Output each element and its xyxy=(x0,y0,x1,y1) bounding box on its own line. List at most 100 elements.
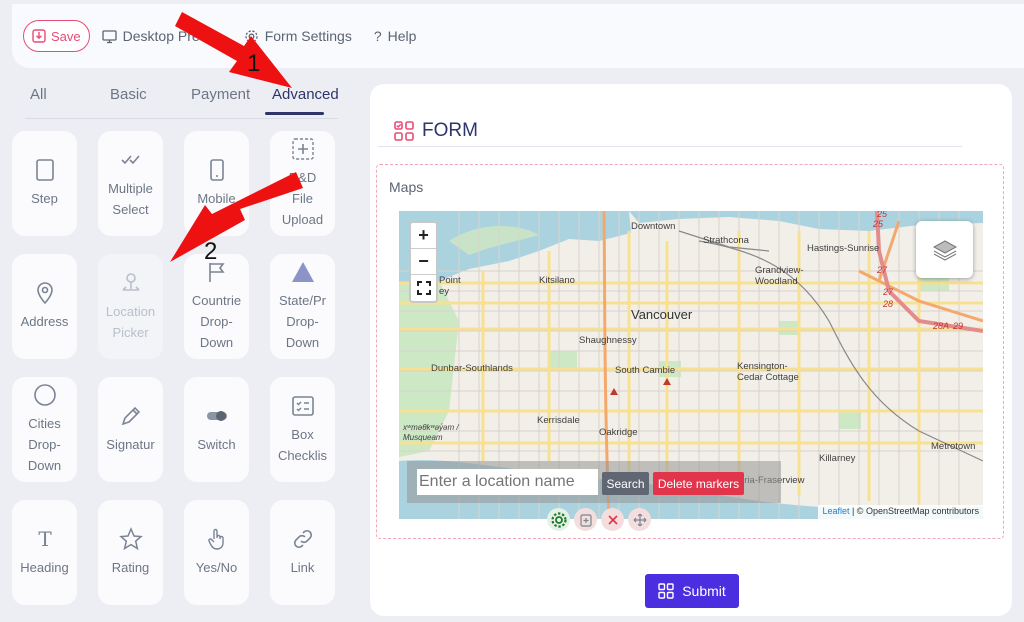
delete-markers-button[interactable]: Delete markers xyxy=(653,472,744,495)
tab-advanced[interactable]: Advanced xyxy=(272,86,339,103)
field-label: Multiple Select xyxy=(108,180,153,217)
field-multiple-select[interactable]: Multiple Select xyxy=(98,131,163,236)
form-canvas: FORM Maps Downtown Strathcona Hastings-S… xyxy=(370,84,1012,616)
fullscreen-icon xyxy=(416,281,431,295)
form-title-text: FORM xyxy=(422,120,478,141)
layers-icon xyxy=(932,239,957,261)
map-label-killarney: Killarney xyxy=(819,453,856,464)
move-tool-button[interactable] xyxy=(628,508,651,531)
highway-label: 27 xyxy=(883,287,894,297)
field-label: Cities Drop- Down xyxy=(27,416,62,473)
field-box-checklist[interactable]: Box Checklis xyxy=(270,377,335,482)
maps-field[interactable]: Maps Downtown Strathcona Hastings-Sunris… xyxy=(376,164,1004,539)
form-grid-icon xyxy=(394,121,414,141)
field-label: Step xyxy=(31,191,58,206)
field-tools xyxy=(547,508,651,531)
multiple-select-icon xyxy=(120,154,140,164)
map-label-south-cambie: South Cambie xyxy=(615,365,676,376)
save-button[interactable]: Save xyxy=(23,20,90,52)
search-button[interactable]: Search xyxy=(602,472,649,495)
map-label-dunbar-southlands: Dunbar-Southlands xyxy=(431,363,513,374)
form-grid-icon xyxy=(658,583,674,599)
submit-label: Submit xyxy=(682,583,726,599)
fullscreen-button[interactable] xyxy=(411,275,436,301)
form-title-divider xyxy=(378,146,962,147)
tabs-divider xyxy=(25,118,338,119)
map-label-kitsilano: Kitsilano xyxy=(539,275,575,286)
field-countries-dropdown[interactable]: Countrie Drop- Down xyxy=(184,254,249,359)
save-icon xyxy=(32,29,46,43)
heading-icon: T xyxy=(38,527,52,551)
submit-button[interactable]: Submit xyxy=(645,574,739,608)
field-address[interactable]: Address xyxy=(12,254,77,359)
tab-all[interactable]: All xyxy=(30,86,47,103)
field-switch[interactable]: Switch xyxy=(184,377,249,482)
toggle-icon xyxy=(206,411,227,421)
highway-label: 25 xyxy=(877,211,888,219)
delete-tool-button[interactable] xyxy=(601,508,624,531)
field-label: Box Checklis xyxy=(277,426,328,463)
layers-button[interactable] xyxy=(916,221,973,278)
duplicate-tool-button[interactable] xyxy=(574,508,597,531)
settings-tool-button[interactable] xyxy=(547,508,570,531)
field-dnd-file-upload[interactable]: D&D File Upload xyxy=(270,131,335,236)
question-icon: ? xyxy=(373,28,382,44)
zoom-control: + − xyxy=(409,221,438,303)
field-mobile[interactable]: Mobile xyxy=(184,131,249,236)
map-label-oakridge: Oakridge xyxy=(599,427,638,438)
field-location-picker[interactable]: Location Picker xyxy=(98,254,163,359)
zoom-in-button[interactable]: + xyxy=(411,223,436,249)
upload-icon xyxy=(291,138,314,160)
map-attribution: Leaflet | © OpenStreetMap contributors xyxy=(818,505,983,519)
leaflet-link[interactable]: Leaflet xyxy=(822,506,849,516)
help-button[interactable]: ? Help xyxy=(374,28,417,44)
map-label-metrotown: Metrotown xyxy=(931,441,976,452)
triangle-icon xyxy=(291,262,314,282)
hand-pointer-icon xyxy=(207,528,224,550)
help-label: Help xyxy=(387,28,417,44)
map-label-strathcona: Strathcona xyxy=(703,235,749,246)
zoom-out-button[interactable]: − xyxy=(411,249,436,275)
field-label: Mobile xyxy=(197,191,236,206)
monitor-icon xyxy=(101,29,117,43)
highway-label: 28 xyxy=(883,299,894,309)
field-link[interactable]: Link xyxy=(270,500,335,605)
form-settings-label: Form Settings xyxy=(264,28,352,44)
maps-label: Maps xyxy=(389,179,424,195)
osm-attribution: | © OpenStreetMap contributors xyxy=(849,506,979,516)
field-cities-dropdown[interactable]: Cities Drop- Down xyxy=(12,377,77,482)
map-label-vancouver: Vancouver xyxy=(631,307,693,322)
field-signature[interactable]: Signatur xyxy=(98,377,163,482)
field-heading[interactable]: T Heading xyxy=(12,500,77,605)
field-step[interactable]: Step xyxy=(12,131,77,236)
active-tab-underline xyxy=(265,112,324,115)
field-category-tabs: All Basic Payment Advanced xyxy=(12,86,348,120)
pen-icon xyxy=(121,406,140,426)
gear-icon xyxy=(550,511,567,528)
map-label-downtown: Downtown xyxy=(631,221,676,232)
mobile-icon xyxy=(209,159,224,181)
desktop-preview-button[interactable]: Desktop Pre xyxy=(101,28,200,44)
location-search-input[interactable] xyxy=(417,469,598,495)
step-icon xyxy=(35,159,54,181)
tab-basic[interactable]: Basic xyxy=(110,86,147,103)
top-toolbar: Save Desktop Pre Form Settings ? Help xyxy=(12,4,1024,68)
location-picker-icon xyxy=(121,272,140,291)
map-label-shaughnessy: Shaughnessy xyxy=(579,335,637,346)
checklist-icon xyxy=(291,395,314,416)
highway-label: 28A xyxy=(933,321,950,331)
map-view[interactable]: Downtown Strathcona Hastings-Sunrise Poi… xyxy=(399,211,983,519)
field-rating[interactable]: Rating xyxy=(98,500,163,605)
tab-payment[interactable]: Payment xyxy=(191,86,250,103)
field-label: Rating xyxy=(111,560,150,575)
form-title: FORM xyxy=(394,120,478,142)
svg-text:T: T xyxy=(38,527,52,551)
field-yes-no[interactable]: Yes/No xyxy=(184,500,249,605)
save-label: Save xyxy=(51,28,81,44)
move-icon xyxy=(633,513,646,526)
map-label-grandview-woodland: Grandview- Woodland xyxy=(755,265,804,287)
highway-label: 25 xyxy=(873,219,884,229)
field-label: Heading xyxy=(20,560,69,575)
field-state-dropdown[interactable]: State/Pr Drop- Down xyxy=(270,254,335,359)
form-settings-button[interactable]: Form Settings xyxy=(244,28,352,44)
